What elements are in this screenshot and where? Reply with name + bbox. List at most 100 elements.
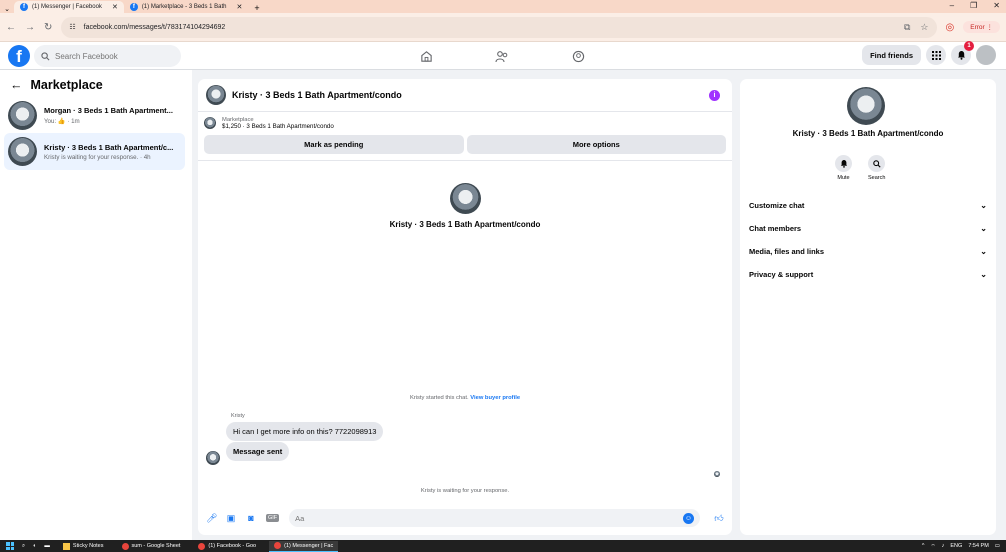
media-files-links-row[interactable]: Media, files and links ⌄ xyxy=(749,241,987,261)
language-indicator[interactable]: ENG xyxy=(950,543,962,549)
close-tab-icon[interactable]: ✕ xyxy=(237,3,243,11)
message-bubble[interactable]: Hi can I get more info on this? 77220989… xyxy=(226,422,384,441)
tab-title: (1) Messenger | Facebook xyxy=(32,4,102,10)
address-bar[interactable]: ☷ facebook.com/messages/t/78317410429469… xyxy=(61,16,937,38)
taskbar-item-sticky-notes[interactable]: Sticky Notes xyxy=(58,541,109,552)
sender-avatar[interactable] xyxy=(206,451,220,465)
mute-button[interactable]: Mute xyxy=(835,155,852,181)
groups-icon[interactable] xyxy=(562,50,594,63)
more-options-button[interactable]: More options xyxy=(466,135,726,154)
forward-icon[interactable]: → xyxy=(25,22,35,33)
chat-avatar[interactable] xyxy=(206,85,226,105)
chat-title[interactable]: Kristy · 3 Beds 1 Bath Apartment/condo xyxy=(232,90,402,100)
home-icon[interactable] xyxy=(410,50,442,63)
conversation-item-morgan[interactable]: Morgan · 3 Beds 1 Bath Apartment... You:… xyxy=(4,97,185,134)
listing-summary[interactable]: $1,250 · 3 Beds 1 Bath Apartment/condo xyxy=(222,123,334,130)
volume-icon[interactable]: ♪ xyxy=(942,543,945,549)
tab-search-icon[interactable]: ⌄ xyxy=(0,5,14,13)
sticker-icon[interactable]: ◙ xyxy=(246,513,256,523)
search-input[interactable] xyxy=(55,51,165,61)
find-friends-button[interactable]: Find friends xyxy=(862,45,921,65)
reload-icon[interactable]: ↻ xyxy=(44,22,52,33)
new-tab-icon[interactable]: + xyxy=(248,3,265,13)
taskbar-item-messenger[interactable]: (1) Messenger | Fac xyxy=(269,540,339,552)
search-label: Search xyxy=(868,175,886,181)
notifications-bell-icon[interactable]: 1 xyxy=(951,41,974,65)
thumbs-up-icon[interactable]: 👍︎ xyxy=(714,513,724,524)
chrome-icon xyxy=(121,542,129,550)
divider xyxy=(198,160,732,161)
taskbar-label: Sticky Notes xyxy=(72,543,104,549)
marketplace-chats-panel: ← Marketplace Morgan · 3 Beds 1 Bath Apa… xyxy=(0,70,192,540)
emoji-icon[interactable]: ☺ xyxy=(683,512,694,524)
network-icon[interactable]: ⌔ xyxy=(930,543,935,550)
customize-chat-row[interactable]: Customize chat ⌄ xyxy=(749,195,987,215)
conversation-name: Morgan · 3 Beds 1 Bath Apartment... xyxy=(44,106,173,115)
chat-details-panel: Kristy · 3 Beds 1 Bath Apartment/condo M… xyxy=(740,79,996,535)
chat-panel: Kristy · 3 Beds 1 Bath Apartment/condo i… xyxy=(198,79,732,535)
site-info-icon[interactable]: ☷ xyxy=(69,23,75,31)
privacy-support-row[interactable]: Privacy & support ⌄ xyxy=(749,264,987,284)
taskbar-item-facebook[interactable]: (1) Facebook - Goo xyxy=(193,541,261,552)
chat-intro-name: Kristy · 3 Beds 1 Bath Apartment/condo xyxy=(389,220,541,229)
menu-grid-icon[interactable] xyxy=(926,45,946,65)
tray-chevron-icon[interactable]: ^ xyxy=(922,543,925,549)
close-tab-icon[interactable]: ✕ xyxy=(112,3,118,11)
facebook-logo-icon[interactable]: f xyxy=(8,45,30,67)
file-explorer-icon[interactable]: ▬ xyxy=(44,543,50,549)
mark-as-pending-button[interactable]: Mark as pending xyxy=(204,135,464,154)
tab-marketplace[interactable]: f (1) Marketplace - 3 Beds 1 Bath ✕ xyxy=(124,1,249,13)
taskbar-item-google-sheet[interactable]: sum - Google Sheet xyxy=(117,541,186,552)
taskbar-search-icon[interactable]: ⌕ xyxy=(22,543,25,550)
minimize-icon[interactable]: – xyxy=(950,1,954,10)
edge-icon[interactable]: ◐ xyxy=(33,543,36,549)
gif-icon[interactable]: GIF xyxy=(266,514,280,522)
error-button[interactable]: Error ⋮ xyxy=(963,21,1000,33)
windows-taskbar: ⌕ ◐ ▬ Sticky Notes sum - Google Sheet (1… xyxy=(0,540,1006,552)
message-input[interactable] xyxy=(295,513,683,523)
chat-started-notice: Kristy started this chat. View buyer pro… xyxy=(198,395,732,401)
listing-actions: Mark as pending More options xyxy=(198,130,732,154)
install-app-icon[interactable]: ⧉ xyxy=(904,22,910,33)
message-composer: 🎤︎ ▣ ◙ GIF ☺ 👍︎ xyxy=(198,508,732,528)
restore-icon[interactable]: ❐ xyxy=(970,1,977,10)
view-buyer-profile-link[interactable]: View buyer profile xyxy=(470,395,520,401)
taskbar-label: (1) Messenger | Fac xyxy=(284,542,334,549)
chat-members-row[interactable]: Chat members ⌄ xyxy=(749,218,987,238)
listing-thumbnail[interactable] xyxy=(204,117,216,129)
taskbar-label: (1) Facebook - Goo xyxy=(208,543,257,549)
windows-start-icon[interactable] xyxy=(6,542,14,550)
back-arrow-icon[interactable]: ← xyxy=(10,78,23,92)
panel-title: Marketplace xyxy=(30,78,103,92)
listing-thumbnail xyxy=(8,137,37,166)
message-input-box[interactable]: ☺ xyxy=(289,509,700,527)
main-nav xyxy=(410,42,594,70)
message-bubble[interactable]: Message sent xyxy=(226,442,290,461)
seen-indicator-avatar xyxy=(714,471,720,477)
listing-thumbnail xyxy=(449,183,481,214)
taskbar-label: sum - Google Sheet xyxy=(131,543,181,549)
close-window-icon[interactable]: ✕ xyxy=(993,1,1000,10)
sticky-notes-icon xyxy=(62,542,70,550)
back-icon[interactable]: ← xyxy=(6,22,16,33)
tab-messenger[interactable]: f (1) Messenger | Facebook ✕ xyxy=(14,1,124,13)
photo-icon[interactable]: ▣ xyxy=(226,513,236,524)
info-icon[interactable]: i xyxy=(709,89,720,101)
chevron-down-icon: ⌄ xyxy=(980,223,987,233)
clock[interactable]: 7:54 PM xyxy=(968,543,988,549)
error-label: Error xyxy=(970,24,985,31)
conversation-item-kristy[interactable]: Kristy · 3 Beds 1 Bath Apartment/c... Kr… xyxy=(4,133,185,170)
chrome-icon xyxy=(198,542,206,550)
panel-header: ← Marketplace xyxy=(10,78,103,92)
notification-center-icon[interactable]: ▭ xyxy=(995,543,1000,549)
microphone-icon[interactable]: 🎤︎ xyxy=(206,513,217,524)
friends-icon[interactable] xyxy=(486,50,518,63)
search-button[interactable]: Search xyxy=(868,155,885,181)
search-box[interactable] xyxy=(34,45,181,67)
extension-icon[interactable]: ◎ xyxy=(946,22,955,33)
bookmark-star-icon[interactable]: ☆ xyxy=(920,22,928,33)
facebook-favicon-icon: f xyxy=(129,3,138,11)
profile-avatar[interactable] xyxy=(976,45,996,65)
row-label: Customize chat xyxy=(749,200,805,210)
chevron-down-icon: ⌄ xyxy=(980,246,987,256)
